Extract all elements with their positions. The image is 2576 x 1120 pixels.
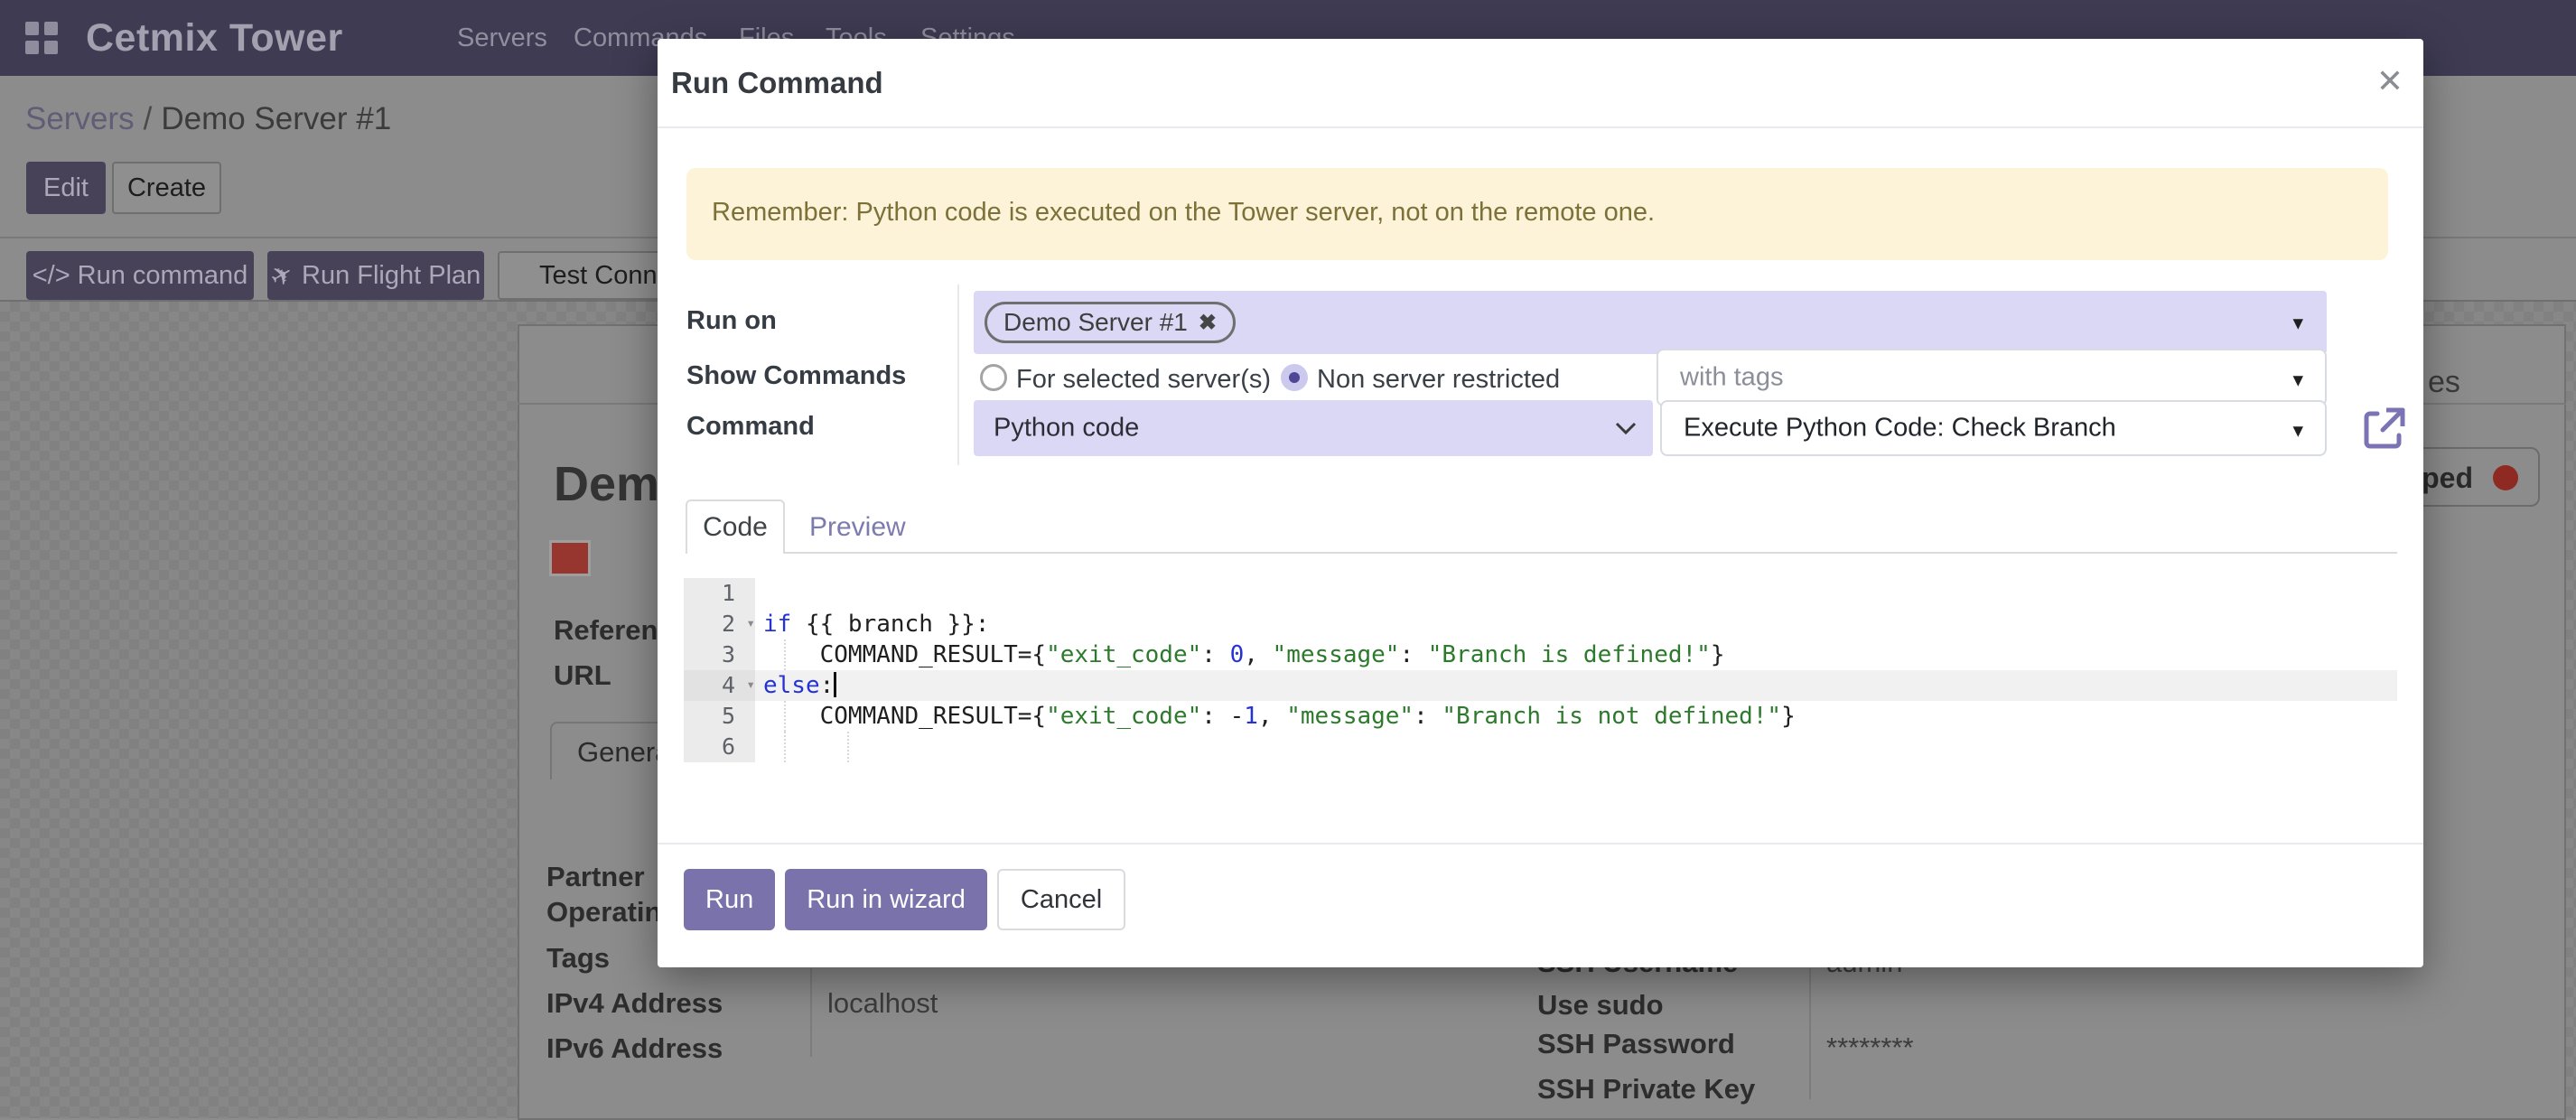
label-tags: Tags xyxy=(546,942,610,975)
tabs-divider xyxy=(686,552,2397,554)
tab-preview[interactable]: Preview xyxy=(809,512,906,543)
tab-code[interactable]: Code xyxy=(686,499,785,554)
breadcrumb-separator: / xyxy=(144,101,153,136)
radio-for-selected-servers[interactable] xyxy=(980,364,1007,391)
app-brand[interactable]: Cetmix Tower xyxy=(86,0,343,76)
create-button[interactable]: Create xyxy=(112,162,221,214)
run-on-field[interactable]: Demo Server #1 ✖ ▾ xyxy=(974,291,2327,354)
header-divider xyxy=(658,126,2423,128)
code-line[interactable] xyxy=(755,578,2397,609)
dialog-title: Run Command xyxy=(671,66,883,100)
gutter-line-number[interactable]: 5 xyxy=(684,701,755,732)
breadcrumb-link-servers[interactable]: Servers xyxy=(25,101,135,136)
label-url: URL xyxy=(554,659,611,692)
indent-guide xyxy=(847,732,849,762)
run-flight-plan-label: Run Flight Plan xyxy=(302,261,481,291)
warning-alert: Remember: Python code is executed on the… xyxy=(686,168,2388,260)
gutter-line-number[interactable]: 3 xyxy=(684,639,755,670)
label-run-on: Run on xyxy=(686,306,777,336)
code-line[interactable] xyxy=(755,732,2397,762)
run-in-wizard-button[interactable]: Run in wizard xyxy=(785,869,987,930)
label-ssh-private-key: SSH Private Key xyxy=(1537,1073,1755,1106)
status-dot-icon xyxy=(2493,465,2518,490)
column-divider xyxy=(1809,968,1811,1099)
with-tags-select[interactable]: with tags ▾ xyxy=(1657,349,2327,406)
gutter-line-number[interactable]: 4▾ xyxy=(684,670,755,701)
chevron-down-icon[interactable]: ▾ xyxy=(2292,311,2303,335)
code-icon: </> xyxy=(33,261,70,291)
code-line[interactable]: COMMAND_RESULT={"exit_code": -1, "messag… xyxy=(755,701,2397,732)
radio-non-server-restricted-label[interactable]: Non server restricted xyxy=(1317,365,1560,395)
close-icon[interactable]: ✕ xyxy=(2376,62,2403,100)
form-column-divider xyxy=(957,285,959,465)
server-tag: Demo Server #1 ✖ xyxy=(985,302,1236,343)
code-line[interactable]: else: xyxy=(755,670,2397,701)
run-command-button[interactable]: </> Run command xyxy=(26,251,254,300)
indent-guide xyxy=(784,732,786,762)
label-show-commands: Show Commands xyxy=(686,361,906,391)
command-type-value: Python code xyxy=(994,414,1139,443)
label-ssh-password: SSH Password xyxy=(1537,1028,1735,1060)
color-swatch[interactable] xyxy=(549,540,591,576)
nav-item-servers[interactable]: Servers xyxy=(457,0,547,76)
radio-for-selected-servers-label[interactable]: For selected server(s) xyxy=(1016,365,1271,395)
label-use-sudo: Use sudo xyxy=(1537,989,1664,1022)
plane-icon: ✈ xyxy=(265,257,300,294)
remove-tag-icon[interactable]: ✖ xyxy=(1199,310,1217,336)
cancel-button[interactable]: Cancel xyxy=(997,869,1125,930)
run-command-label: Run command xyxy=(78,261,248,291)
value-ssh-password: ******** xyxy=(1826,1031,1914,1064)
command-value: Execute Python Code: Check Branch xyxy=(1684,414,2116,443)
fold-caret-icon[interactable]: ▾ xyxy=(746,676,755,693)
statusbar-text-fragment: es xyxy=(2428,365,2460,400)
value-ipv4: localhost xyxy=(827,987,938,1020)
breadcrumb-current: Demo Server #1 xyxy=(161,101,391,136)
code-line[interactable]: COMMAND_RESULT={"exit_code": 0, "message… xyxy=(755,639,2397,670)
gutter-line-number[interactable]: 1 xyxy=(684,578,755,609)
command-select[interactable]: Execute Python Code: Check Branch ▾ xyxy=(1660,400,2327,456)
warning-alert-text: Remember: Python code is executed on the… xyxy=(712,198,1655,228)
run-flight-plan-button[interactable]: ✈ Run Flight Plan xyxy=(267,251,484,300)
gutter-line-number[interactable]: 2▾ xyxy=(684,609,755,639)
editor-code[interactable]: if {{ branch }}: COMMAND_RESULT={"exit_c… xyxy=(755,578,2397,762)
chevron-down-icon: ▾ xyxy=(2292,368,2303,392)
column-divider xyxy=(810,968,812,1057)
fold-caret-icon[interactable]: ▾ xyxy=(746,614,755,631)
gutter-line-number[interactable]: 6 xyxy=(684,732,755,762)
breadcrumb: Servers /Demo Server #1 xyxy=(25,101,391,137)
footer-divider xyxy=(658,843,2423,845)
server-tag-label: Demo Server #1 xyxy=(1003,308,1188,337)
edit-button[interactable]: Edit xyxy=(26,162,106,214)
run-button[interactable]: Run xyxy=(684,869,775,930)
label-partner: Partner xyxy=(546,861,645,893)
external-link-icon[interactable] xyxy=(2359,403,2410,453)
label-command: Command xyxy=(686,412,815,442)
editor-gutter: 12▾34▾56 xyxy=(684,578,755,762)
label-ipv6: IPv6 Address xyxy=(546,1032,723,1065)
radio-non-server-restricted[interactable] xyxy=(1281,364,1308,391)
chevron-down-icon: ▾ xyxy=(2292,418,2303,443)
text-cursor xyxy=(834,672,836,697)
run-command-dialog: Run Command ✕ Remember: Python code is e… xyxy=(658,39,2423,967)
chevron-down-icon xyxy=(1615,422,1637,435)
code-editor[interactable]: 12▾34▾56 if {{ branch }}: COMMAND_RESULT… xyxy=(684,578,2397,766)
apps-grid-icon[interactable] xyxy=(25,22,58,54)
code-line[interactable]: if {{ branch }}: xyxy=(755,609,2397,639)
label-ipv4: IPv4 Address xyxy=(546,987,723,1020)
with-tags-placeholder: with tags xyxy=(1680,363,1783,393)
command-type-select[interactable]: Python code xyxy=(974,400,1653,456)
